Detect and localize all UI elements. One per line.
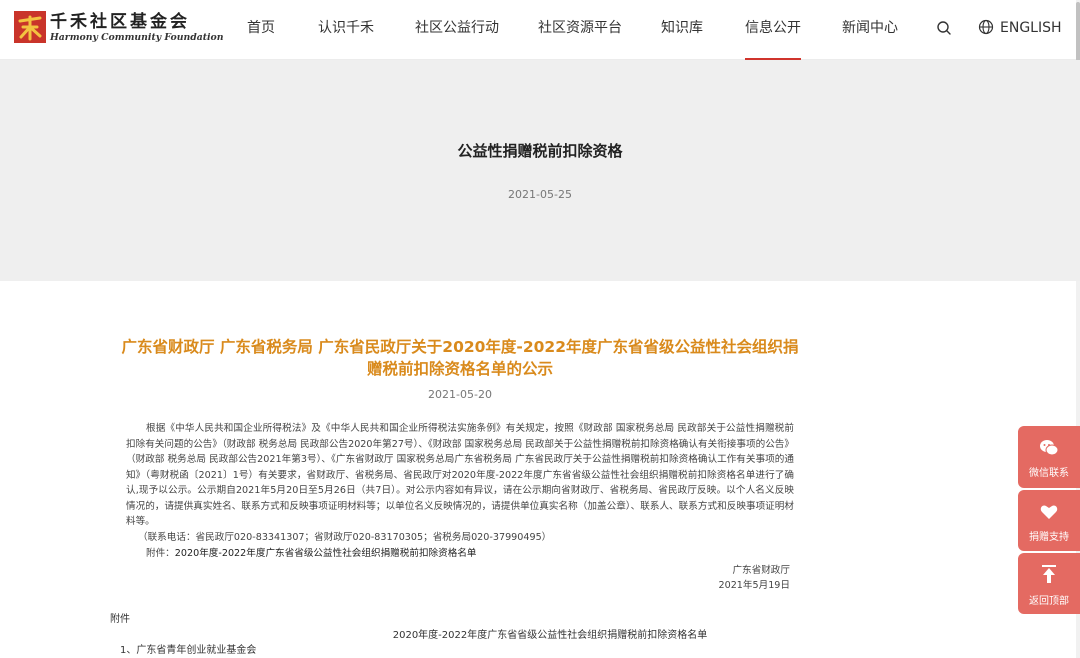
nav-information-disclosure[interactable]: 信息公开 — [745, 0, 801, 60]
site-logo[interactable]: 千禾社区基金会 Harmony Community Foundation — [14, 11, 224, 47]
scrollbar-thumb[interactable] — [1076, 2, 1080, 66]
article-title: 广东省财政厅 广东省税务局 广东省民政厅关于2020年度-2022年度广东省省级… — [121, 338, 799, 378]
donate-button[interactable]: 捐赠支持 — [1018, 490, 1080, 551]
nav-about[interactable]: 认识千禾 — [318, 0, 374, 60]
article-date: 2021-05-20 — [428, 388, 492, 401]
attachment-link[interactable]: 2020年度-2022年度广东省省级公益性社会组织捐赠税前扣除资格名单 — [175, 548, 477, 559]
attachment-line: 附件：2020年度-2022年度广东省省级公益性社会组织捐赠税前扣除资格名单 — [146, 545, 477, 559]
wechat-contact-button[interactable]: 微信联系 — [1018, 426, 1080, 488]
nav-community-action[interactable]: 社区公益行动 — [415, 0, 499, 60]
wechat-contact-label: 微信联系 — [1029, 468, 1069, 479]
page-date: 2021-05-25 — [508, 188, 572, 201]
nav-resource-platform[interactable]: 社区资源平台 — [538, 0, 622, 60]
arrow-up-icon — [1042, 565, 1056, 583]
globe-icon[interactable] — [978, 19, 994, 35]
page-title: 公益性捐赠税前扣除资格 — [457, 142, 623, 160]
appendix-item: 1、广东省青年创业就业基金会 — [120, 645, 257, 656]
back-to-top-label: 返回顶部 — [1029, 596, 1069, 607]
article-body: 根据《中华人民共和国企业所得税法》及《中华人民共和国企业所得税法实施条例》有关规… — [126, 423, 794, 527]
appendix-label: 附件 — [110, 614, 130, 625]
logo-chinese-name: 千禾社区基金会 — [50, 12, 190, 32]
heart-hand-icon — [1040, 505, 1058, 519]
page-banner: 公益性捐赠税前扣除资格 2021-05-25 — [0, 60, 1080, 281]
back-to-top-button[interactable]: 返回顶部 — [1018, 553, 1080, 614]
search-icon[interactable] — [936, 20, 952, 36]
nav-knowledge-base[interactable]: 知识库 — [661, 0, 703, 60]
donate-label: 捐赠支持 — [1029, 532, 1069, 543]
logo-english-name: Harmony Community Foundation — [50, 32, 224, 43]
attachment-label: 附件： — [146, 548, 175, 559]
site-header: 千禾社区基金会 Harmony Community Foundation 首页 … — [0, 0, 1080, 60]
appendix-title: 2020年度-2022年度广东省省级公益性社会组织捐赠税前扣除资格名单 — [392, 630, 708, 641]
sign-date: 2021年5月19日 — [718, 580, 790, 591]
nav-home[interactable]: 首页 — [247, 0, 275, 60]
nav-news-center[interactable]: 新闻中心 — [842, 0, 898, 60]
language-switch[interactable]: ENGLISH — [1000, 0, 1062, 56]
wechat-icon — [1040, 440, 1059, 456]
logo-mark-icon — [14, 11, 46, 43]
contact-info: （联系电话：省民政厅020-83341307；省财政厅020-83170305；… — [138, 532, 552, 543]
signer: 广东省财政厅 — [732, 565, 790, 576]
